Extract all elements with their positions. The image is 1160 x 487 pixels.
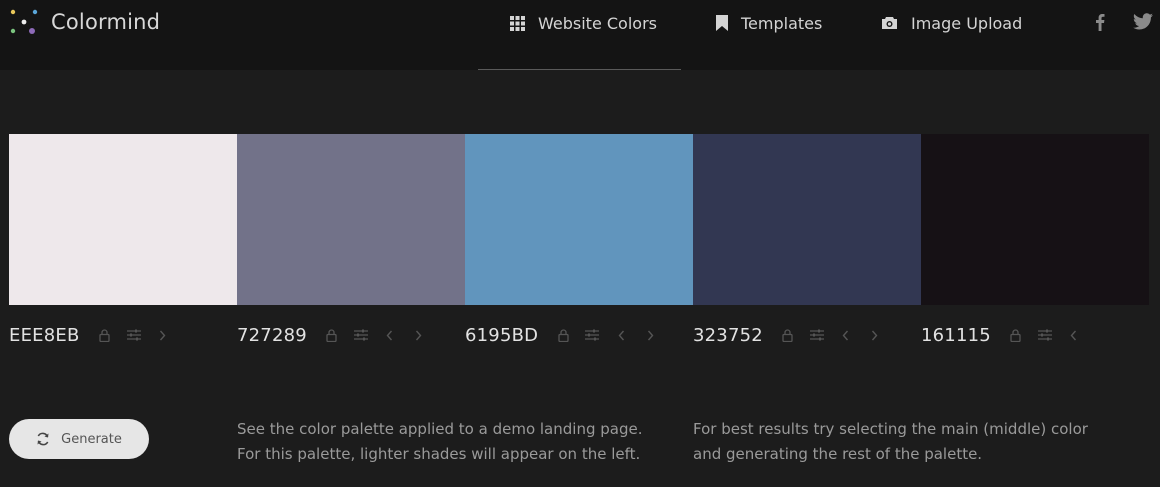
twitter-icon[interactable] (1133, 13, 1153, 30)
swatch-controls-4: 323752 (693, 322, 896, 348)
brand-name[interactable]: Colormind (51, 10, 160, 34)
hex-value[interactable]: 6195BD (465, 325, 538, 346)
nav-templates[interactable]: Templates (716, 12, 822, 34)
info-line: For this palette, lighter shades will ap… (237, 445, 641, 463)
swatch-controls-2: 727289 (237, 322, 440, 348)
move-left-icon[interactable] (1066, 327, 1082, 343)
nav-label: Website Colors (538, 13, 657, 33)
demo-info-text: See the color palette applied to a demo … (237, 417, 657, 467)
move-right-icon[interactable] (155, 327, 171, 343)
nav-label: Image Upload (911, 13, 1023, 33)
hex-value[interactable]: EEE8EB (9, 325, 80, 346)
color-swatch-1[interactable] (9, 134, 237, 305)
colormind-logo-icon[interactable] (9, 9, 39, 39)
adjust-sliders-icon[interactable] (809, 327, 825, 343)
move-left-icon[interactable] (613, 327, 629, 343)
generate-label: Generate (61, 431, 122, 447)
nav-website-colors[interactable]: Website Colors (510, 12, 657, 34)
grid-icon (510, 15, 525, 31)
tip-info-text: For best results try selecting the main … (693, 417, 1113, 467)
lock-icon[interactable] (97, 327, 113, 343)
color-swatch-4[interactable] (693, 134, 921, 305)
color-swatch-3[interactable] (465, 134, 693, 305)
nav-label: Templates (741, 13, 823, 33)
move-right-icon[interactable] (867, 327, 883, 343)
generate-button[interactable]: Generate (9, 419, 149, 459)
facebook-icon[interactable] (1095, 13, 1105, 31)
adjust-sliders-icon[interactable] (1037, 327, 1053, 343)
info-line: For best results try selecting the main … (693, 420, 1088, 438)
camera-icon (882, 17, 897, 29)
move-left-icon[interactable] (382, 327, 398, 343)
bookmark-icon (716, 15, 728, 31)
lock-icon[interactable] (555, 327, 571, 343)
lock-icon[interactable] (1008, 327, 1024, 343)
move-right-icon[interactable] (411, 327, 427, 343)
move-right-icon[interactable] (642, 327, 658, 343)
nav-image-upload[interactable]: Image Upload (881, 12, 1022, 34)
lock-icon[interactable] (780, 327, 796, 343)
adjust-sliders-icon[interactable] (584, 327, 600, 343)
palette-swatches (9, 134, 1149, 305)
lock-icon[interactable] (324, 327, 340, 343)
info-line: and generating the rest of the palette. (693, 445, 983, 463)
color-swatch-2[interactable] (237, 134, 465, 305)
hex-value[interactable]: 323752 (693, 325, 763, 346)
swatch-controls-1: EEE8EB (9, 322, 184, 348)
swatch-controls-5: 161115 (921, 322, 1095, 348)
active-nav-underline (478, 69, 681, 70)
refresh-icon (37, 432, 49, 446)
adjust-sliders-icon[interactable] (126, 327, 142, 343)
hex-value[interactable]: 161115 (921, 325, 991, 346)
move-left-icon[interactable] (838, 327, 854, 343)
hex-value[interactable]: 727289 (237, 325, 307, 346)
top-navbar: Colormind Website Colors Templates Image… (0, 0, 1160, 70)
adjust-sliders-icon[interactable] (353, 327, 369, 343)
color-swatch-5[interactable] (921, 134, 1149, 305)
swatch-controls-3: 6195BD (465, 322, 671, 348)
info-line: See the color palette applied to a demo … (237, 420, 643, 438)
